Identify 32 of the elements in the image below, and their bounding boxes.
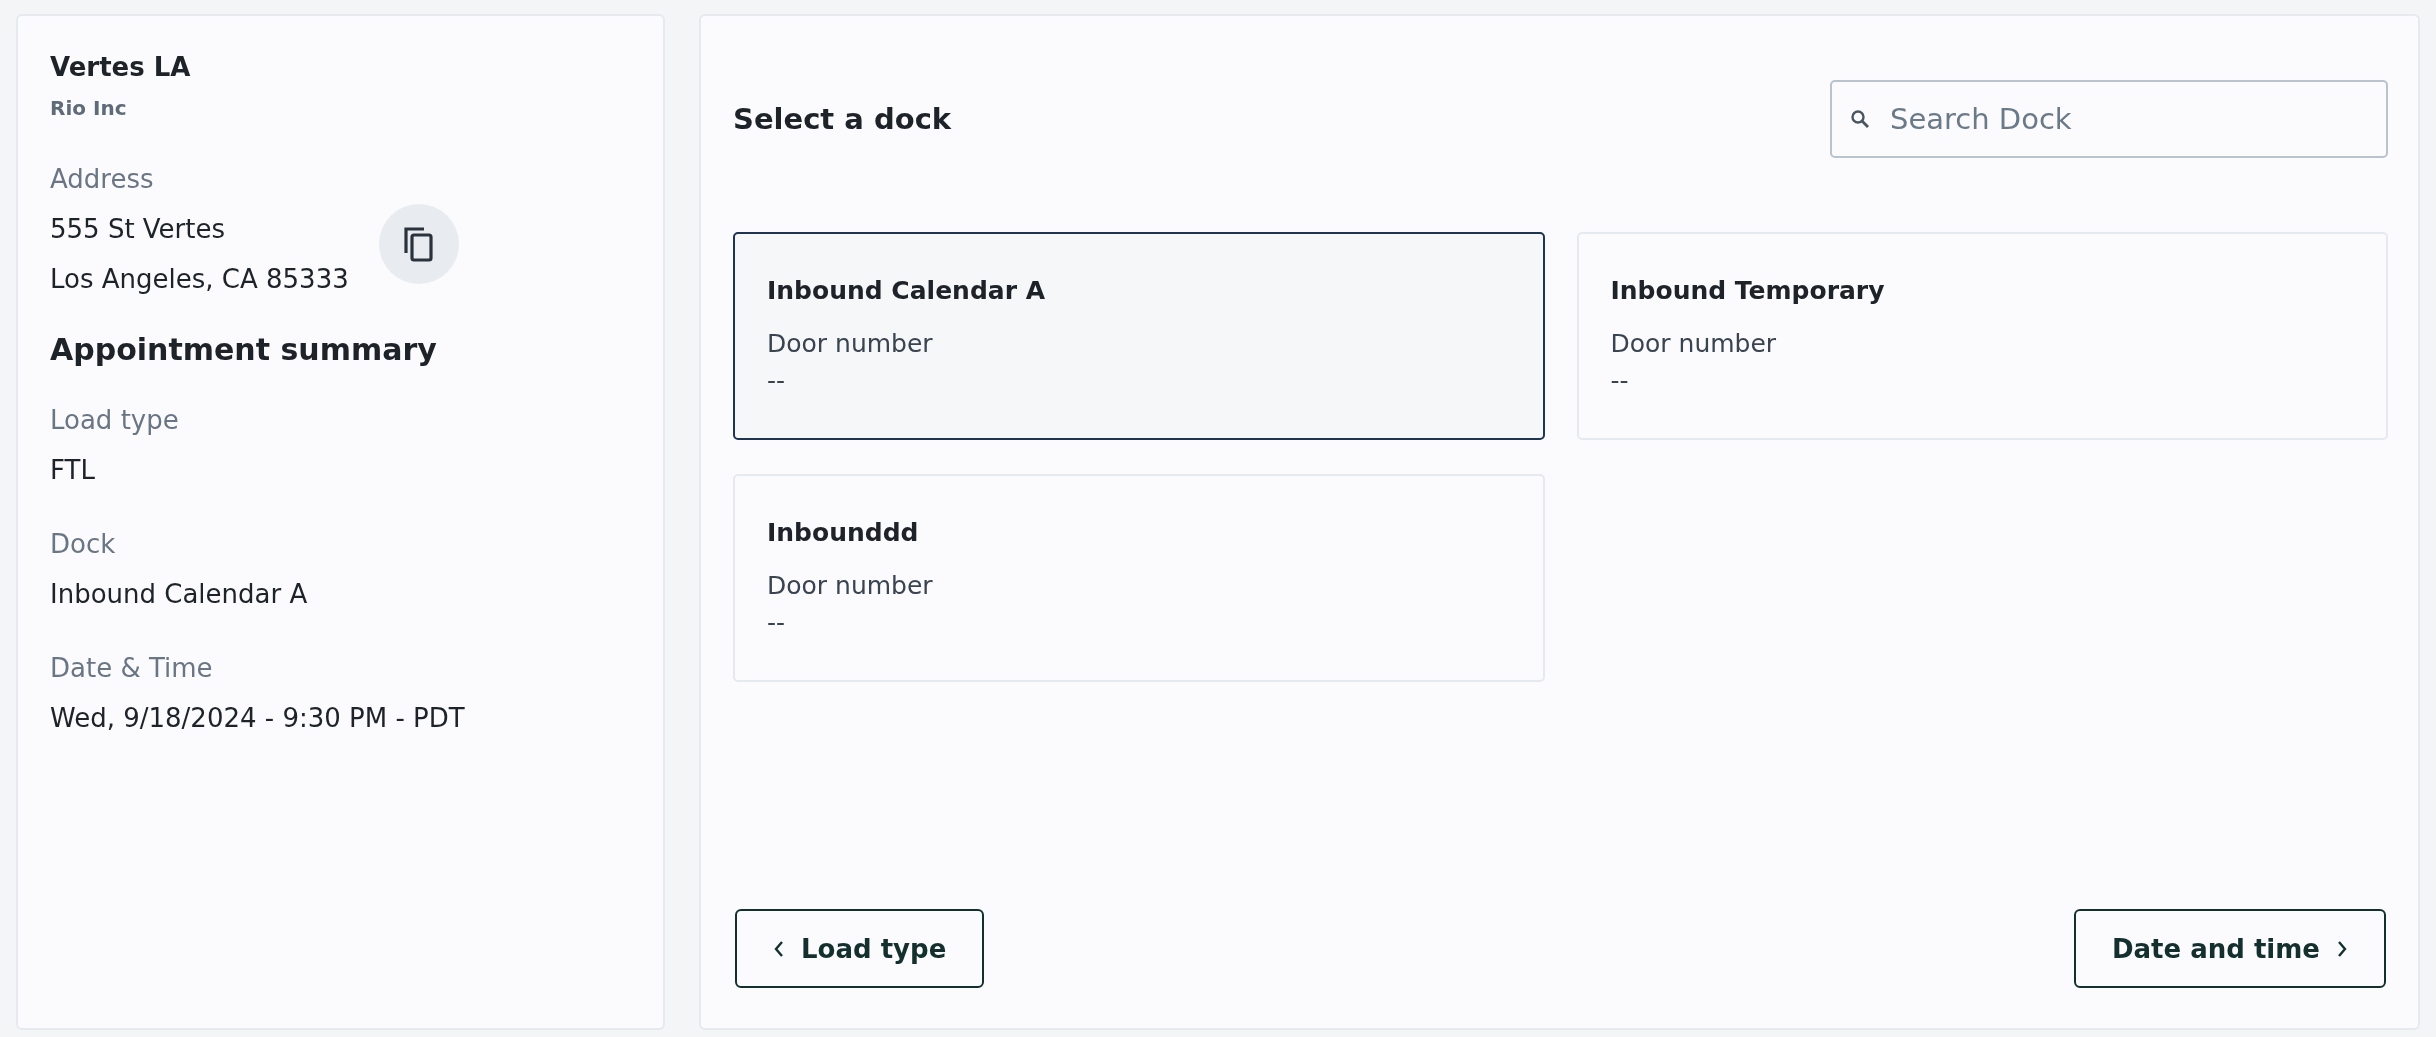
section-title: Select a dock — [733, 102, 952, 136]
chevron-left-icon — [773, 939, 785, 958]
back-button[interactable]: Load type — [735, 909, 985, 988]
door-label: Door number — [767, 329, 934, 358]
door-value: -- — [767, 608, 787, 637]
field-label: Dock — [50, 529, 117, 559]
door-label: Door number — [1610, 329, 1778, 358]
summary-heading: Appointment summary — [50, 332, 438, 367]
field-value: Inbound Calendar A — [50, 579, 309, 609]
field-label: Load type — [50, 405, 180, 435]
address-line: 555 St Vertes — [50, 214, 227, 244]
copy-icon — [401, 225, 436, 263]
search-field[interactable]: Search Dock — [1830, 80, 2388, 158]
door-value: -- — [767, 366, 787, 395]
location-name: Vertes LA — [50, 52, 192, 82]
dock-card[interactable]: Inbounddd Door number -- — [733, 474, 1545, 682]
search-icon — [1850, 109, 1870, 129]
dock-name: Inbound Temporary — [1610, 276, 1886, 305]
dock-card[interactable]: Inbound Calendar A Door number -- — [733, 232, 1545, 440]
field-value: FTL — [50, 455, 96, 485]
dock-card[interactable]: Inbound Temporary Door number -- — [1576, 232, 2388, 440]
dock-name: Inbounddd — [767, 518, 920, 547]
dock-name: Inbound Calendar A — [767, 276, 1047, 305]
chevron-right-icon — [2336, 939, 2348, 958]
address-line: Los Angeles, CA 85333 — [50, 264, 349, 294]
address-label: Address — [50, 164, 155, 194]
door-value: -- — [1610, 366, 1630, 395]
company-name: Rio Inc — [50, 96, 128, 120]
door-label: Door number — [767, 571, 934, 600]
field-label: Date & Time — [50, 653, 214, 683]
next-button[interactable]: Date and time — [2073, 909, 2386, 988]
field-value: Wed, 9/18/2024 - 9:30 PM - PDT — [50, 703, 466, 733]
